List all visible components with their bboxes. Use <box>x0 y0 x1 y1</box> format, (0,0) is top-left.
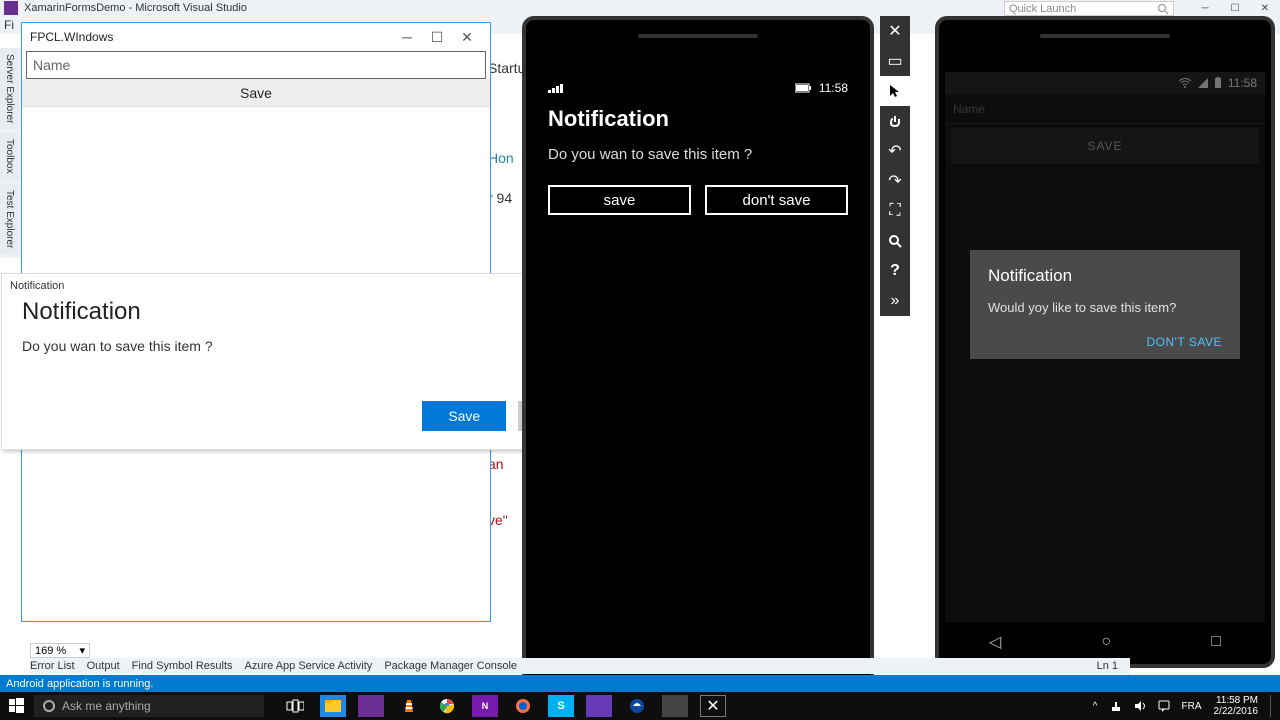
speaker-icon <box>638 34 758 38</box>
app-icon[interactable] <box>586 695 612 717</box>
network-icon[interactable] <box>1110 700 1122 712</box>
name-input[interactable]: Name <box>26 51 486 79</box>
chrome-icon[interactable] <box>434 695 460 717</box>
minimize-icon[interactable]: ─ <box>1190 1 1220 16</box>
maximize-icon[interactable]: ☐ <box>1220 1 1250 16</box>
battery-icon <box>795 83 813 93</box>
app-title: FPCL.WIndows <box>30 30 113 44</box>
android-dont-save-button[interactable]: DON'T SAVE <box>1146 335 1222 349</box>
rotate-right-icon[interactable]: ↷ <box>880 166 910 196</box>
close-icon[interactable]: ✕ <box>1250 1 1280 16</box>
zoom-input[interactable]: 169 %▾ <box>30 643 90 658</box>
clock[interactable]: 11:58 PM 2/22/2016 <box>1214 695 1259 717</box>
vs-lncol: Ln 1 <box>1097 660 1118 672</box>
tab-error-list[interactable]: Error List <box>30 660 75 672</box>
maximize-icon[interactable]: ☐ <box>422 29 452 46</box>
save-button[interactable]: Save <box>422 401 506 431</box>
fit-screen-icon[interactable]: ⛶ <box>880 196 910 226</box>
windows-taskbar: Ask me anything N S ✕ ^ FRA 11:58 PM 2/2… <box>0 692 1280 720</box>
back-icon[interactable]: ◁ <box>989 632 1001 652</box>
vs-output-tabs: Error List Output Find Symbol Results Az… <box>30 658 1130 674</box>
vs-side-tabs: Server Explorer Toolbox Test Explorer <box>0 48 22 258</box>
android-notification-dialog: Notification Would yoy like to save this… <box>970 250 1240 359</box>
pointer-icon[interactable] <box>880 76 910 106</box>
touch-icon[interactable] <box>880 106 910 136</box>
expand-icon[interactable]: » <box>880 286 910 316</box>
task-view-icon[interactable] <box>282 695 308 717</box>
vs-title: XamarinFormsDemo - Microsoft Visual Stud… <box>24 2 247 14</box>
help-icon[interactable]: ? <box>880 256 910 286</box>
zoom-icon[interactable] <box>880 226 910 256</box>
vs-logo-icon <box>4 1 18 15</box>
app-icon[interactable]: ✕ <box>700 695 726 717</box>
side-server-explorer[interactable]: Server Explorer <box>0 48 19 129</box>
close-icon[interactable]: ✕ <box>880 16 910 46</box>
show-desktop[interactable] <box>1270 695 1276 717</box>
speaker-icon <box>1040 34 1170 38</box>
wp-heading: Notification <box>548 106 848 132</box>
minimize-icon[interactable]: ─ <box>392 29 422 46</box>
android-dialog-overlay: Notification Would yoy like to save this… <box>945 72 1265 622</box>
vlc-icon[interactable] <box>396 695 422 717</box>
action-center-icon[interactable] <box>1158 700 1170 712</box>
wp-emulator-toolbar: ✕ ▭ ↶ ↷ ⛶ ? » <box>880 16 910 316</box>
visual-studio-icon[interactable] <box>358 695 384 717</box>
search-icon <box>1157 3 1169 15</box>
cortana-icon <box>42 699 56 713</box>
android-dialog-title: Notification <box>988 266 1222 286</box>
vs-title-bar: XamarinFormsDemo - Microsoft Visual Stud… <box>0 0 1280 16</box>
wp-message: Do you wan to save this item ? <box>548 146 848 163</box>
app-icon[interactable] <box>662 695 688 717</box>
android-emulator: 11:58 Name SAVE Notification Would yoy l… <box>935 16 1275 668</box>
firefox-icon[interactable] <box>510 695 536 717</box>
wp-save-button[interactable]: save <box>548 185 691 215</box>
home-icon[interactable]: ○ <box>1101 633 1111 651</box>
minimize-icon[interactable]: ▭ <box>880 46 910 76</box>
onenote-icon[interactable]: N <box>472 695 498 717</box>
tab-output[interactable]: Output <box>87 660 120 672</box>
explorer-icon[interactable] <box>320 695 346 717</box>
signal-icon <box>548 84 563 93</box>
vs-status-bar: Android application is running. <box>0 675 1280 692</box>
android-dialog-message: Would yoy like to save this item? <box>988 300 1222 315</box>
keyboard-lang[interactable]: FRA <box>1182 701 1202 712</box>
close-icon[interactable]: ✕ <box>452 29 482 46</box>
side-toolbox[interactable]: Toolbox <box>0 133 19 179</box>
wp-dont-save-button[interactable]: don't save <box>705 185 848 215</box>
paint-icon[interactable] <box>624 695 650 717</box>
skype-icon[interactable]: S <box>548 695 574 717</box>
tray-expand-icon[interactable]: ^ <box>1093 701 1098 712</box>
wp-emulator: 11:58 Notification Do you wan to save th… <box>522 16 874 716</box>
menu-file[interactable]: Fi <box>4 18 14 32</box>
volume-icon[interactable] <box>1134 700 1146 712</box>
tab-pkg-manager[interactable]: Package Manager Console <box>384 660 517 672</box>
quick-launch-input[interactable]: Quick Launch <box>1004 1 1174 16</box>
wp-time: 11:58 <box>819 81 848 95</box>
taskbar-search[interactable]: Ask me anything <box>34 695 264 717</box>
recent-icon[interactable]: □ <box>1211 633 1221 651</box>
tab-azure-service[interactable]: Azure App Service Activity <box>245 660 373 672</box>
side-test-explorer[interactable]: Test Explorer <box>0 184 19 254</box>
start-button[interactable] <box>0 698 34 714</box>
tab-find-symbol[interactable]: Find Symbol Results <box>132 660 233 672</box>
rotate-left-icon[interactable]: ↶ <box>880 136 910 166</box>
save-button[interactable]: Save <box>22 79 490 107</box>
